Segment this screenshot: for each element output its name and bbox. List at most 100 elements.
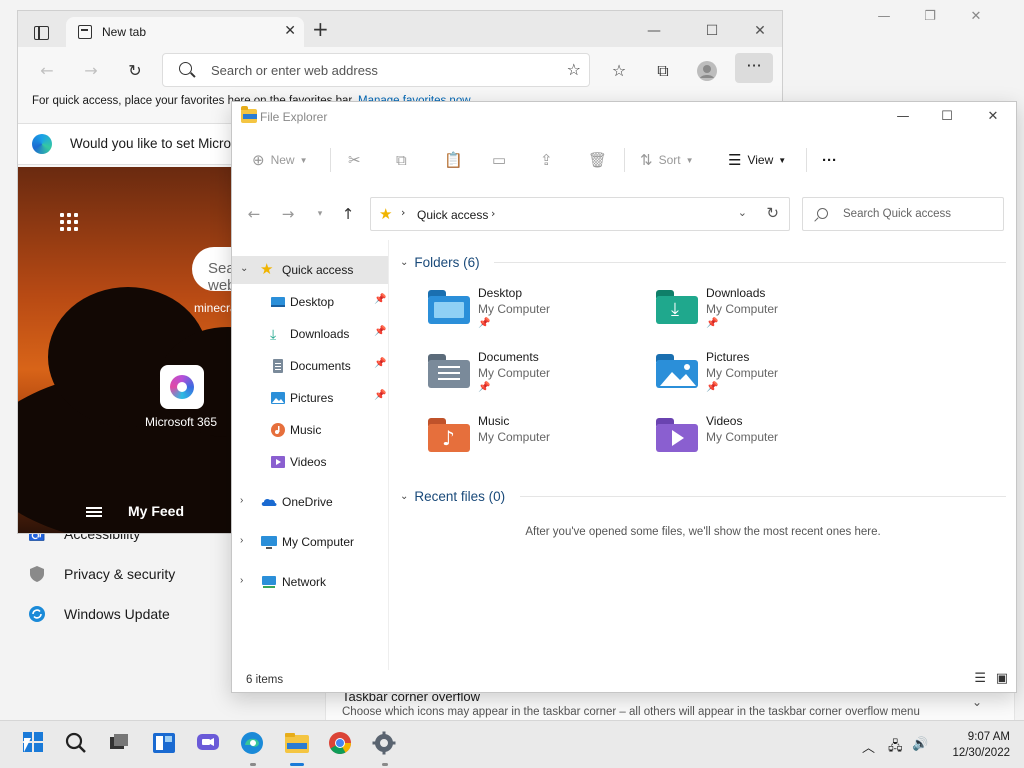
volume-icon[interactable]: 🔊 [912,737,928,752]
refresh-icon[interactable]: ↻ [124,60,146,82]
tiles-view-icon[interactable]: ▣ [996,671,1008,686]
refresh-icon[interactable]: ↻ [766,204,779,222]
sidebar-item-my-computer[interactable]: › My Computer [232,528,388,556]
folder-name: Videos [706,414,743,428]
new-button[interactable]: ⊕ New ▼ [252,150,308,170]
mouse-cursor-icon [24,738,31,752]
explorer-close-button[interactable]: ✕ [982,107,1004,127]
apps-launcher-icon[interactable] [60,213,80,233]
folder-tile-downloads[interactable]: ⤓ Downloads My Computer 📌 [656,286,876,342]
search-input[interactable]: Search Quick access [802,197,1004,231]
folder-location: My Computer [706,430,779,444]
sidebar-item-quick-access[interactable]: ⌄ ★ Quick access [232,256,388,284]
view-button[interactable]: ☰ View ▼ [728,150,786,170]
tab-actions-icon[interactable] [34,26,49,40]
address-breadcrumb[interactable]: ★ › Quick access › ⌄ ↻ [370,197,790,231]
widgets-icon[interactable] [152,731,178,757]
recent-locations-chevron-icon[interactable]: ▾ [310,204,330,224]
details-view-icon[interactable]: ☰ [974,671,986,686]
folder-name: Desktop [478,286,523,300]
task-view-icon[interactable] [108,731,134,757]
forward-arrow-icon[interactable]: → [278,204,298,224]
chevron-down-icon: ▼ [299,155,308,165]
folder-tile-pictures[interactable]: Pictures My Computer 📌 [656,350,876,406]
sidebar-item-onedrive[interactable]: › OneDrive [232,488,388,516]
up-arrow-icon[interactable]: ↑ [338,204,358,224]
breadcrumb-chevron-icon[interactable]: › [401,206,405,219]
sidebar-item-music[interactable]: Music [232,416,388,444]
add-favorite-icon[interactable]: ☆ [567,60,581,79]
back-arrow-icon[interactable]: ← [244,204,264,224]
address-bar[interactable]: Search or enter web address ☆ [162,53,590,87]
expand-chevron-icon[interactable]: › [240,575,243,586]
rename-button[interactable]: ▭ [492,150,512,170]
edge-close-button[interactable]: ✕ [750,21,770,41]
profile-avatar[interactable] [696,60,718,82]
expand-chevron-icon[interactable]: ⌄ [240,263,248,274]
expand-chevron-icon[interactable]: › [240,495,243,506]
chat-icon[interactable] [196,731,222,757]
breadcrumb-chevron-icon[interactable]: › [491,207,495,220]
favorites-icon[interactable]: ☆ [608,60,630,82]
expand-chevron-icon[interactable]: › [240,535,243,546]
microsoft-365-tile[interactable] [160,365,204,409]
folder-tile-documents[interactable]: Documents My Computer 📌 [428,350,648,406]
running-indicator [250,763,256,766]
settings-nav-privacy[interactable]: Privacy & security [24,554,234,594]
edge-minimize-button[interactable]: — [644,21,664,41]
edge-maximize-button[interactable]: ☐ [702,21,722,41]
share-button[interactable]: ⇪ [540,150,559,170]
folders-section-header[interactable]: ⌄ Folders (6) [400,252,480,272]
sidebar-item-downloads[interactable]: ⤓ Downloads 📌 [232,320,388,348]
paste-button[interactable]: 📋 [444,150,469,170]
taskbar-corner-overflow-setting[interactable]: Taskbar corner overflow Choose which ico… [325,688,1015,722]
sort-button[interactable]: ⇅ Sort ▼ [640,150,694,170]
sidebar-label: Network [282,575,327,589]
sidebar-item-videos[interactable]: Videos [232,448,388,476]
network-status-icon[interactable]: 🖧 [888,737,903,759]
breadcrumb-quick-access[interactable]: Quick access [417,208,488,222]
chrome-taskbar-icon[interactable] [328,731,354,757]
recent-files-section-header[interactable]: ⌄ Recent files (0) [400,486,505,506]
back-arrow-icon[interactable]: ← [36,60,58,82]
search-icon[interactable] [64,731,90,757]
edge-taskbar-icon[interactable] [240,731,266,757]
item-count: 6 items [246,674,284,686]
settings-gear-icon[interactable] [372,731,398,757]
shield-icon [28,565,46,583]
copy-button[interactable]: ⧉ [396,150,413,170]
videos-folder-icon [656,418,698,452]
cut-button[interactable]: ✂ [348,150,367,170]
sidebar-item-desktop[interactable]: Desktop 📌 [232,288,388,316]
sidebar-label: Desktop [290,295,335,309]
collections-icon[interactable]: ⧉ [652,60,674,82]
chevron-down-icon[interactable]: ⌄ [972,695,982,709]
settings-close-button[interactable]: ✕ [966,8,986,26]
delete-button[interactable]: 🗑 [588,150,613,170]
tab-new-tab[interactable]: New tab ✕ [66,17,304,47]
folder-tile-music[interactable]: ♪ Music My Computer [428,414,648,470]
menu-icon[interactable] [86,507,102,517]
explorer-minimize-button[interactable]: — [892,107,914,127]
settings-minimize-button[interactable]: — [874,8,894,26]
address-placeholder: Search or enter web address [211,63,378,78]
settings-and-more-button[interactable]: ··· [735,53,773,83]
folder-tile-desktop[interactable]: Desktop My Computer 📌 [428,286,648,342]
settings-maximize-button[interactable]: ❐ [920,8,940,26]
show-hidden-icons-chevron-icon[interactable]: ︿ [862,737,875,756]
forward-arrow-icon[interactable]: → [80,60,102,82]
new-tab-plus-icon[interactable]: + [312,19,329,39]
my-feed-tab[interactable]: My Feed [128,503,184,519]
file-explorer-taskbar-icon[interactable] [284,731,310,757]
more-options-button[interactable]: ··· [822,150,843,170]
sidebar-item-documents[interactable]: Documents 📌 [232,352,388,380]
close-tab-icon[interactable]: ✕ [284,23,296,39]
settings-nav-windows-update[interactable]: Windows Update [24,594,234,634]
sidebar-item-pictures[interactable]: Pictures 📌 [232,384,388,412]
explorer-maximize-button[interactable]: ☐ [936,107,958,127]
address-history-chevron-icon[interactable]: ⌄ [738,206,747,219]
system-clock[interactable]: 9:07 AM 12/30/2022 [940,729,1010,761]
folder-tile-videos[interactable]: Videos My Computer [656,414,876,470]
sort-label: Sort [658,153,681,167]
sidebar-item-network[interactable]: › Network [232,568,388,596]
